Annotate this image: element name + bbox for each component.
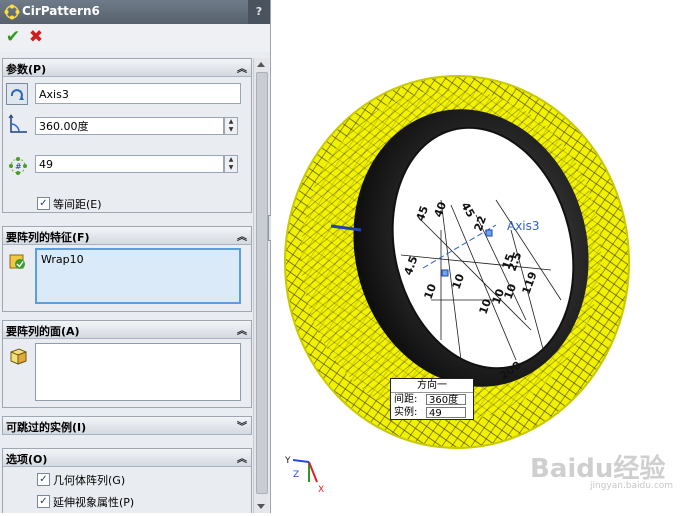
count-stepper[interactable]: ▲ ▼ [224,155,238,173]
options-group: 选项(O) ︽ ✓ 几何体阵列(G) ✓ 延伸视象属性(P) [2,448,252,513]
callout-title: 方向一 [391,379,473,393]
watermark: Baidu经验 [530,454,666,484]
property-manager: CirPattern6 ? ✔ ✖ 参数(P) ︽ Axis3 360.00度 … [0,0,271,513]
watermark-url: jingyan.baidu.com [590,481,674,491]
scroll-down-icon[interactable] [257,504,265,509]
pattern-callout: 方向一 间距: 360度 实例: 49 [390,378,474,420]
face-cube-icon [10,348,27,365]
equal-spacing-label: 等间距(E) [53,198,102,211]
sketch-handle[interactable] [441,269,449,277]
propagate-visual-label: 延伸视象属性(P) [53,496,135,509]
faces-header[interactable]: 要阵列的面(A) ︽ [3,321,251,339]
svg-text:X: X [318,485,324,495]
options-header[interactable]: 选项(O) ︽ [3,449,251,467]
scroll-up-icon[interactable] [257,62,265,67]
window-title: CirPattern6 [22,4,100,18]
callout-spacing-value[interactable]: 360度 [426,394,466,406]
geometry-pattern-checkbox[interactable]: ✓ [37,473,50,486]
title-bar: CirPattern6 ? [0,0,270,24]
features-group: 要阵列的特征(F) ︽ Wrap10 [2,226,252,312]
cancel-button[interactable]: ✖ [27,28,45,46]
callout-spacing-label: 间距: [394,394,418,405]
skip-instances-header[interactable]: 可跳过的实例(I) ︾ [3,417,251,435]
svg-text:Y: Y [284,456,291,466]
expand-icon[interactable]: ︾ [237,418,247,433]
axis-input[interactable]: Axis3 [35,83,241,104]
scroll-thumb[interactable] [256,72,268,494]
features-list[interactable]: Wrap10 [35,248,241,304]
instance-count-icon: # [9,157,27,175]
tire-model: 45 40 45 4.5 10 10 10 10 10 15 22 119 2.… [284,75,630,495]
collapse-icon[interactable]: ︽ [237,322,247,337]
rotate-arrow-icon[interactable] [6,83,28,105]
skip-instances-group: 可跳过的实例(I) ︾ [2,416,252,435]
equal-spacing-checkbox[interactable]: ✓ [37,197,50,210]
axis-label: Axis3 [507,219,540,233]
ok-button[interactable]: ✔ [4,28,22,46]
collapse-icon[interactable]: ︽ [237,60,247,75]
coordinate-triad[interactable]: Y X Z [284,456,324,495]
panel-scrollbar[interactable] [253,58,269,513]
svg-text:Z: Z [293,470,299,480]
callout-instances-label: 实例: [394,407,418,418]
callout-instances-value[interactable]: 49 [426,407,466,419]
collapse-icon[interactable]: ︽ [237,450,247,465]
instance-count-input[interactable]: 49 [35,155,224,173]
circular-pattern-icon [4,4,20,20]
parameters-header[interactable]: 参数(P) ︽ [3,59,251,77]
action-bar: ✔ ✖ [0,24,270,52]
angle-stepper[interactable]: ▲ ▼ [224,117,238,135]
sketch-handle[interactable] [485,229,493,237]
list-item[interactable]: Wrap10 [41,253,235,266]
geometry-pattern-label: 几何体阵列(G) [53,474,126,487]
angle-input[interactable]: 360.00度 [35,117,224,135]
faces-list[interactable] [35,343,241,401]
propagate-visual-checkbox[interactable]: ✓ [37,495,50,508]
help-button[interactable]: ? [248,0,270,24]
svg-text:#: # [15,162,22,171]
graphics-viewport[interactable]: 45 40 45 4.5 10 10 10 10 10 15 22 119 2.… [271,0,691,513]
features-header[interactable]: 要阵列的特征(F) ︽ [3,227,251,245]
angle-icon [8,114,27,133]
feature-select-icon [9,254,25,269]
parameters-group: 参数(P) ︽ Axis3 360.00度 ▲ ▼ # 49 ▲ ▼ ✓ 等间距… [2,58,252,213]
collapse-icon[interactable]: ︽ [237,228,247,243]
faces-group: 要阵列的面(A) ︽ [2,320,252,408]
